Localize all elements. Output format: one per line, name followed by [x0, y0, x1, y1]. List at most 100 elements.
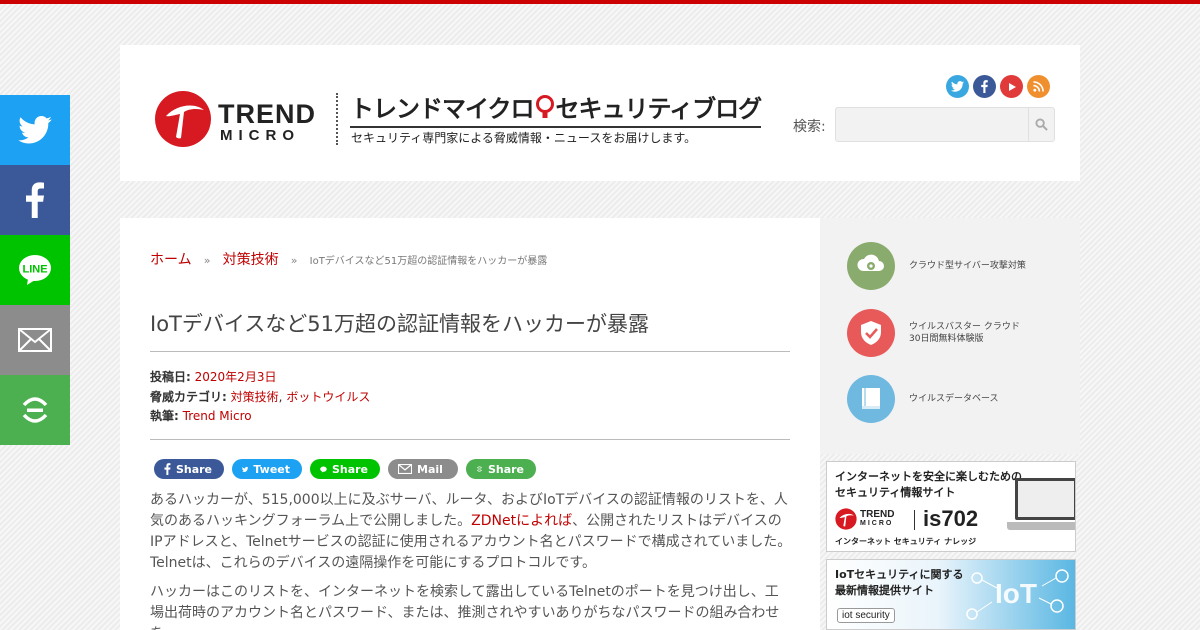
site-header: TREND MICRO トレンドマイクロ セキュリティブログ セキュリティ専門家に… [120, 45, 1080, 181]
facebook-share-button[interactable] [0, 165, 70, 235]
breadcrumb-separator: » [290, 254, 298, 267]
zdnet-link[interactable]: ZDNetによれば [471, 513, 572, 529]
share-pill-label: Mail [417, 462, 443, 476]
logo-divider [336, 93, 338, 145]
banner-brand: TREND MICRO [860, 510, 894, 528]
share-pill-label: Share [487, 462, 524, 476]
banner-brand-line: MICRO [860, 520, 894, 527]
banner-headline: インターネットを安全に楽しむための [835, 470, 1022, 483]
mail-icon [398, 464, 412, 474]
search-button[interactable] [1028, 108, 1054, 141]
sidebar-item-line: 30日間無料体験版 [909, 334, 984, 344]
blog-title[interactable]: トレンドマイクロ セキュリティブログ [350, 89, 763, 128]
social-links [946, 75, 1050, 98]
blog-title-part1: トレンドマイクロ [350, 95, 535, 123]
mail-icon [18, 328, 52, 352]
search-input[interactable] [836, 108, 1028, 141]
banner-brand-line: TREND [860, 509, 895, 520]
share-pill-label: Share [175, 462, 212, 476]
line-share-pill[interactable]: Share [310, 459, 380, 479]
sidebar-item-virus-buster[interactable]: ウイルスバスター クラウド 30日間無料体験版 [847, 309, 1020, 357]
breadcrumb-category-link[interactable]: 対策技術 [223, 252, 279, 268]
article-paragraph: ハッカーはこのリストを、インターネットを検索して露出しているTelnetのポート… [150, 584, 780, 630]
breadcrumb: ホーム » 対策技術 » IoTデバイスなど51万超の認証情報をハッカーが暴露 [150, 249, 547, 269]
is702-banner[interactable]: インターネットを安全に楽しむための セキュリティ情報サイト TREND MICR… [826, 461, 1076, 552]
sidebar-item-cloud-security[interactable]: クラウド型サイバー攻撃対策 [847, 242, 1026, 290]
line-icon [320, 465, 327, 473]
facebook-icon [26, 182, 44, 218]
youtube-icon[interactable] [1000, 75, 1023, 98]
author-row: 執筆: Trend Micro [150, 407, 370, 427]
banner-site-name: is702 [923, 506, 979, 531]
line-icon: LINE [19, 255, 51, 285]
author-link[interactable]: Trend Micro [183, 409, 252, 423]
threat-category-row: 脅威カテゴリ: 対策技術, ボットウイルス [150, 388, 370, 408]
threat-category-separator: , [278, 389, 283, 404]
sidebar-item-virus-database[interactable]: ウイルスデータベース [847, 375, 999, 423]
threat-category-link[interactable]: 対策技術 [231, 390, 279, 404]
breadcrumb-home-link[interactable]: ホーム [150, 252, 192, 268]
post-date-row: 投稿日: 2020年2月3日 [150, 368, 370, 388]
twitter-share-button[interactable] [0, 95, 70, 165]
blog-subtitle: セキュリティ専門家による脅威情報・ニュースをお届けします。 [351, 131, 697, 145]
twitter-share-pill[interactable]: Tweet [232, 459, 302, 479]
trend-micro-logo-icon [835, 508, 857, 530]
floating-share-bar: LINE [0, 95, 70, 445]
banner-headline: IoTセキュリティに関する [835, 568, 964, 581]
banner-tagline: インターネット セキュリティ ナレッジ [835, 537, 977, 546]
cloud-virus-icon [847, 242, 895, 290]
author-label: 執筆: [150, 409, 179, 423]
iot-security-banner[interactable]: IoTセキュリティに関する 最新情報提供サイト iot security IoT [826, 559, 1076, 630]
facebook-icon[interactable] [973, 75, 996, 98]
search-label: 検索: [793, 119, 826, 135]
breadcrumb-current: IoTデバイスなど51万超の認証情報をハッカーが暴露 [309, 256, 548, 267]
share-pill-label: Share [331, 462, 368, 476]
more-share-pill[interactable]: Share [466, 459, 536, 479]
post-title: IoTデバイスなど51万超の認証情報をハッカーが暴露 [150, 312, 649, 336]
lightbulb-icon [535, 95, 554, 118]
share-more-icon [476, 466, 483, 472]
facebook-icon [164, 463, 171, 475]
threat-label: 脅威カテゴリ: [150, 389, 227, 404]
post-meta: 投稿日: 2020年2月3日 脅威カテゴリ: 対策技術, ボットウイルス 執筆:… [150, 368, 370, 427]
logo-line-2: MICRO [220, 127, 300, 144]
mail-share-pill[interactable]: Mail [388, 459, 458, 479]
banner-headline: セキュリティ情報サイト [835, 486, 956, 499]
banner-headline: 最新情報提供サイト [835, 584, 934, 597]
iot-security-logo: iot security [837, 608, 895, 623]
main-content: ホーム » 対策技術 » IoTデバイスなど51万超の認証情報をハッカーが暴露 … [120, 218, 820, 630]
article-paragraph: あるハッカーが、515,000以上に及ぶサーバ、ルータ、およびIoTデバイスの認… [150, 490, 792, 574]
book-icon [847, 375, 895, 423]
banner-divider [914, 510, 915, 530]
article-body: あるハッカーが、515,000以上に及ぶサーバ、ルータ、およびIoTデバイスの認… [150, 490, 792, 630]
breadcrumb-separator: » [203, 254, 211, 267]
title-divider [150, 351, 790, 352]
rss-icon[interactable] [1027, 75, 1050, 98]
top-accent-bar [0, 0, 1200, 4]
facebook-share-pill[interactable]: Share [154, 459, 224, 479]
posted-label: 投稿日: [150, 370, 191, 384]
posted-date-link[interactable]: 2020年2月3日 [195, 370, 277, 384]
search-box [835, 107, 1055, 142]
mail-share-button[interactable] [0, 305, 70, 375]
share-pill-label: Tweet [253, 462, 290, 476]
sidebar-item-label: ウイルスバスター クラウド 30日間無料体験版 [909, 321, 1020, 345]
more-share-button[interactable] [0, 375, 70, 445]
twitter-icon [242, 466, 249, 472]
line-share-button[interactable]: LINE [0, 235, 70, 305]
twitter-icon[interactable] [946, 75, 969, 98]
sidebar-item-line: ウイルスバスター クラウド [909, 322, 1020, 332]
twitter-icon [18, 116, 52, 144]
threat-category-link[interactable]: ボットウイルス [286, 390, 370, 404]
trend-micro-wordmark[interactable]: TREND MICRO [218, 100, 316, 144]
shield-check-icon [847, 309, 895, 357]
logo-line-1: TREND [218, 99, 316, 129]
network-nodes-icon [966, 569, 1069, 620]
share-buttons: Share Tweet Share Mail Share [154, 459, 536, 479]
sidebar-item-label: クラウド型サイバー攻撃対策 [909, 261, 1026, 271]
blog-title-part2: セキュリティブログ [555, 95, 763, 123]
search-icon [1035, 118, 1048, 131]
sidebar-links: クラウド型サイバー攻撃対策 ウイルスバスター クラウド 30日間無料体験版 ウイ… [820, 218, 1080, 454]
trend-micro-logo-icon[interactable] [154, 90, 212, 148]
laptop-illustration [1007, 478, 1075, 536]
